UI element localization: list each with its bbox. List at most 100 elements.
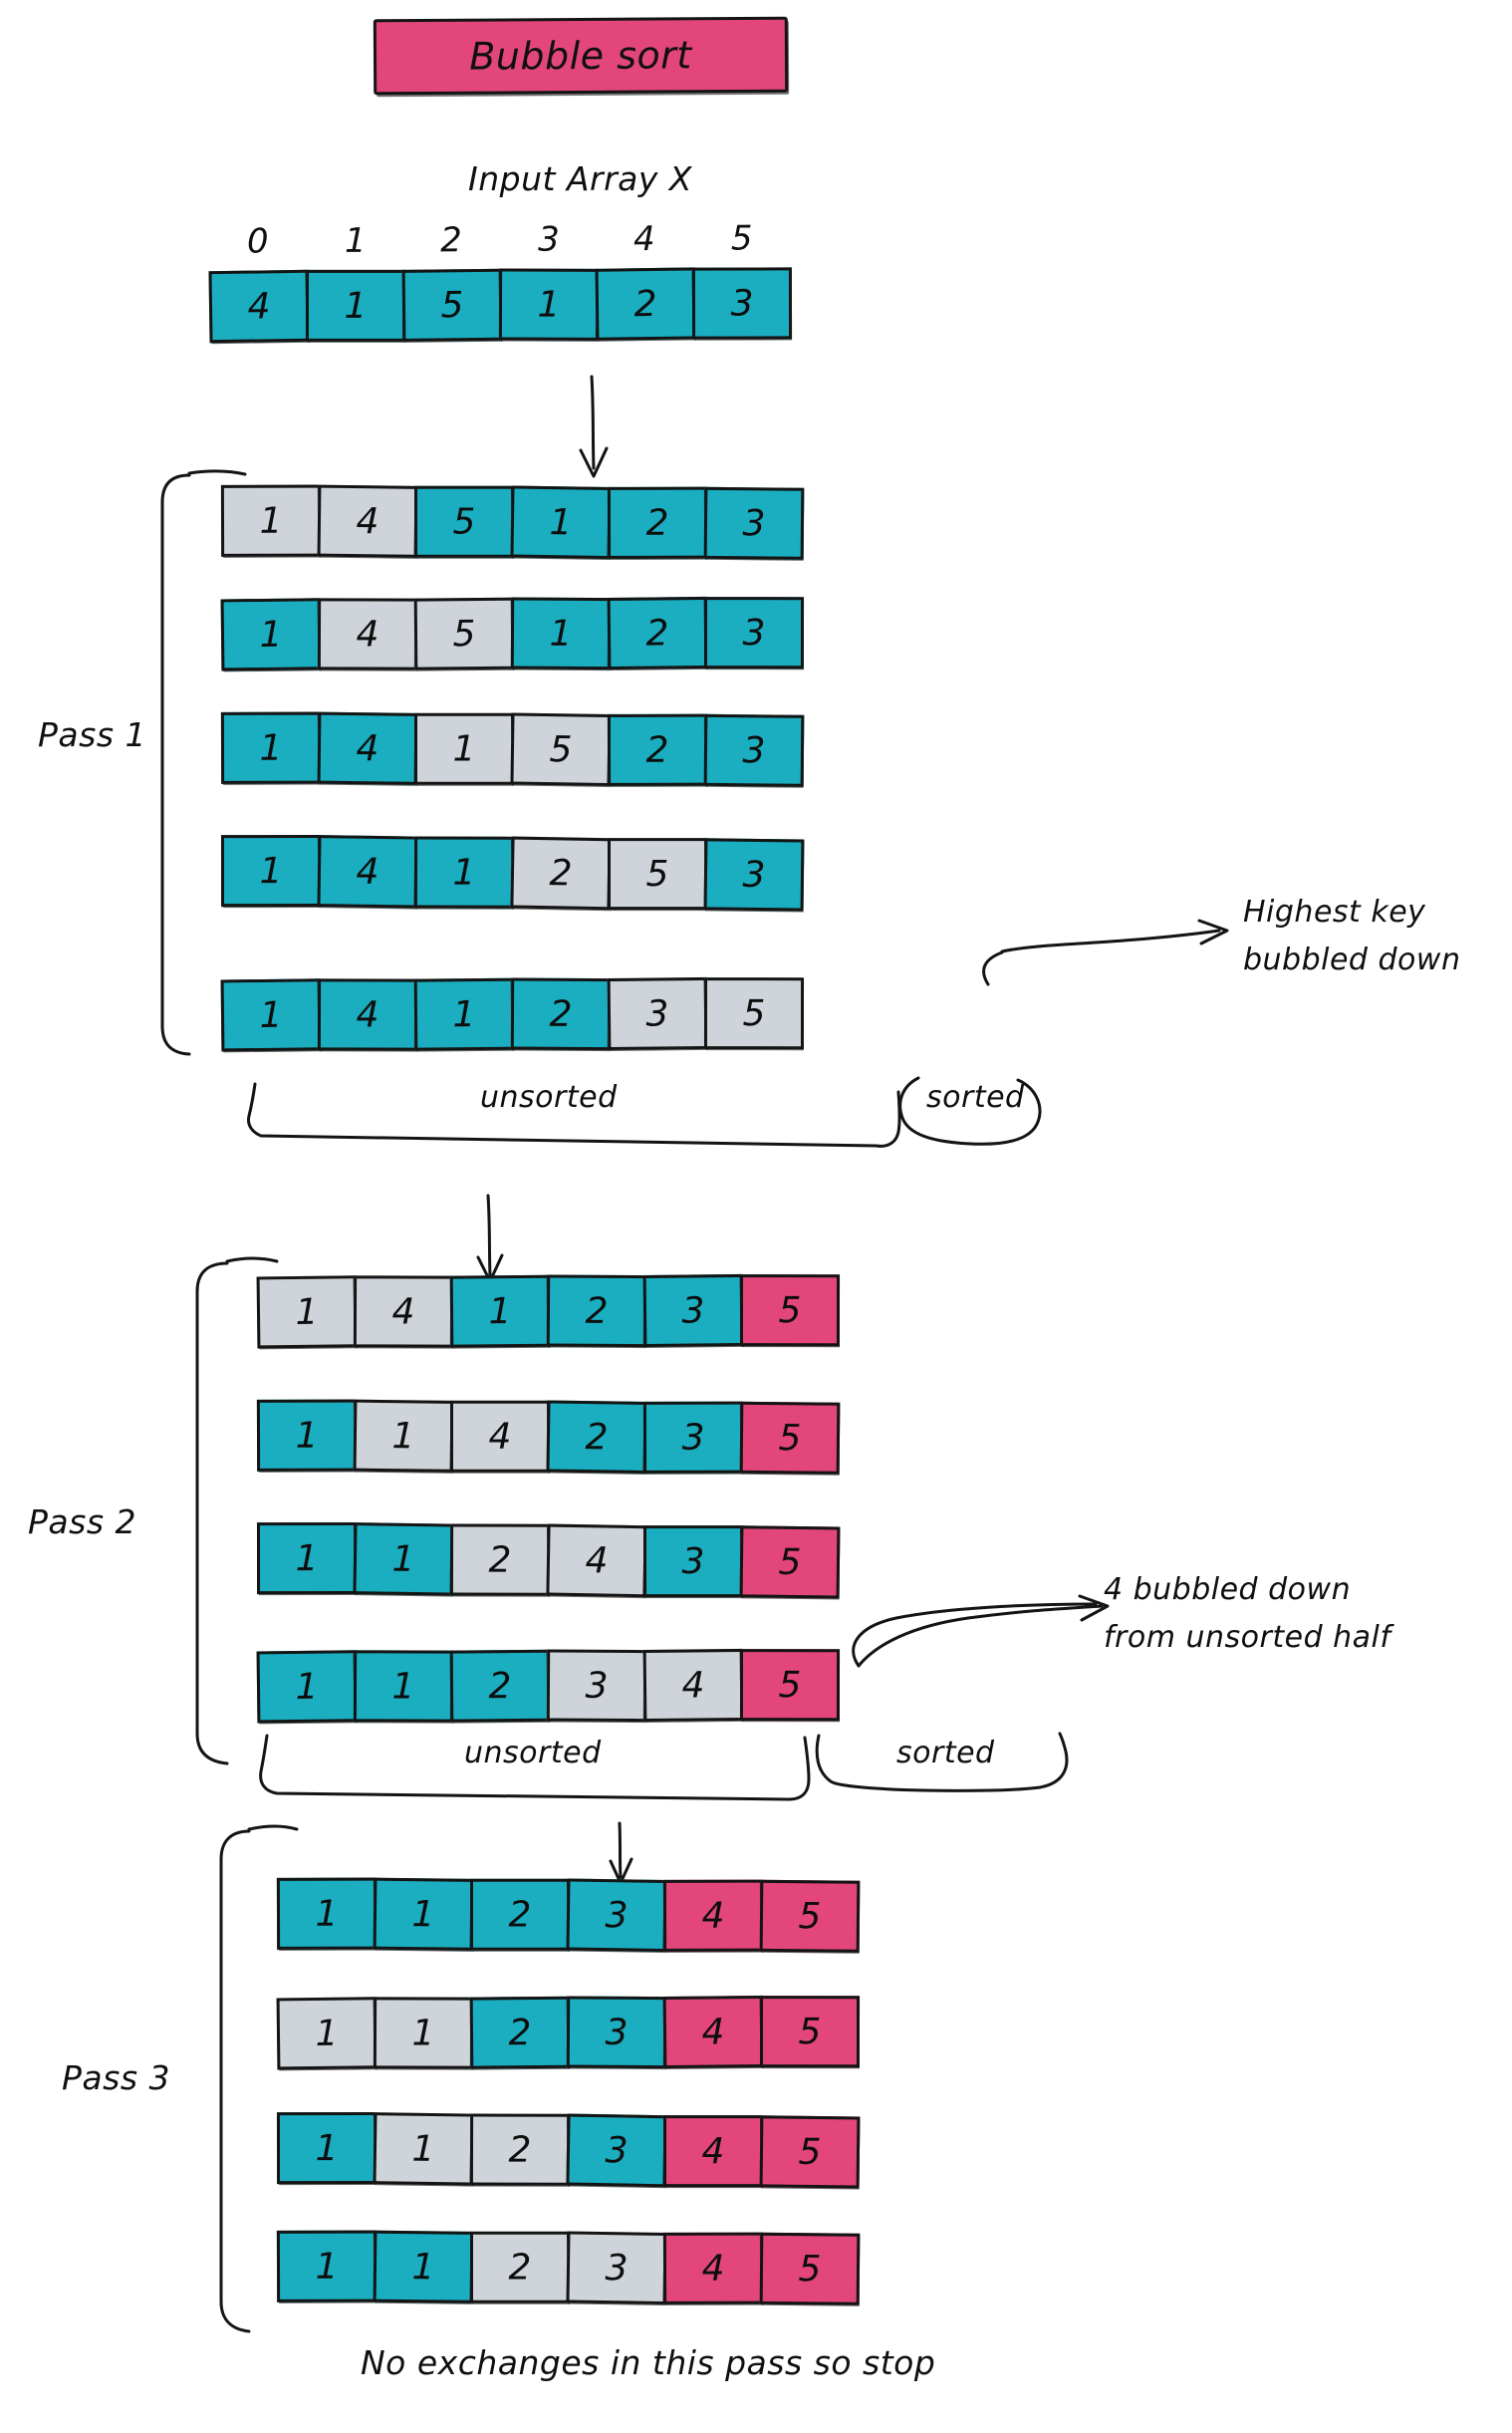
pass3-row4-cell: 3 [566, 2231, 667, 2304]
pass1-row3-cell: 2 [607, 713, 708, 786]
pass3-row3-cell: 3 [566, 2113, 667, 2188]
cell-value: 5 [778, 1417, 802, 1459]
pass1-unsorted-label: unsorted [480, 1080, 618, 1115]
cell-value: 4 [681, 1664, 705, 1707]
cell-value: 2 [645, 612, 669, 655]
cell-value: 5 [778, 1664, 802, 1706]
cell-value: 1 [259, 614, 283, 656]
pass2-row-1: 1 4 1 2 3 5 [256, 1273, 841, 1349]
pass1-row1-cell: 3 [703, 486, 805, 560]
cell-value: 4 [247, 285, 271, 328]
pass1-row3-cell: 1 [220, 711, 322, 784]
cell-value: 4 [701, 2011, 725, 2053]
pass3-row-4: 1 1 2 3 4 5 [276, 2230, 861, 2305]
input-array-caption: Input Array X [468, 159, 692, 198]
cell-value: 4 [356, 993, 379, 1036]
pass2-row2-cell: 5 [739, 1401, 841, 1475]
pass1-annotation-line1: Highest key [1243, 895, 1426, 930]
footer-note: No exchanges in this pass so stop [361, 2343, 936, 2382]
cell-value: 1 [488, 1290, 512, 1332]
cell-value: 2 [488, 1539, 512, 1581]
pass1-row-2: 1 4 5 1 2 3 [220, 596, 805, 672]
pass2-row1-cell: 1 [449, 1274, 551, 1348]
cell-value: 1 [295, 1291, 319, 1333]
pass3-bracket [219, 1829, 251, 2333]
pass1-bracket [160, 473, 191, 1056]
cell-value: 4 [391, 1290, 415, 1333]
pass1-row1-cell: 1 [510, 485, 612, 559]
arrow-pass2-to-pass3 [618, 1821, 623, 1879]
cell-value: 1 [259, 994, 283, 1036]
cell-value: 2 [549, 852, 573, 895]
pass1-row1-cell: 1 [220, 484, 322, 557]
pass2-unsorted-label: unsorted [464, 1736, 602, 1770]
cell-value: 4 [356, 500, 379, 542]
cell-value: 5 [452, 501, 476, 543]
cell-value: 3 [645, 992, 669, 1035]
cell-value: 1 [549, 501, 573, 543]
pass2-row2-cell: 3 [642, 1401, 744, 1474]
pass3-row3-cell: 5 [759, 2115, 861, 2189]
cell-value: 5 [778, 1289, 802, 1331]
pass2-row-3: 1 1 2 4 3 5 [256, 1522, 841, 1599]
pass3-row4-cell: 1 [373, 2230, 474, 2303]
pass1-row5-cell: 5 [703, 977, 805, 1050]
cell-value: 1 [295, 1537, 319, 1579]
cell-value: 3 [605, 2129, 629, 2172]
pass1-row2-cell: 4 [317, 598, 418, 671]
input-array-cell: 42 [595, 219, 696, 341]
cell-value: 2 [549, 993, 573, 1035]
cell-value: 5 [798, 2248, 822, 2290]
cell-value: 2 [645, 502, 669, 544]
cell-value: 1 [537, 284, 561, 326]
pass1-annotation-line2: bubbled down [1243, 943, 1461, 977]
cell-value: 3 [681, 1540, 705, 1582]
pass3-row4-cell: 2 [470, 2231, 571, 2303]
pass2-row2-cell: 4 [450, 1400, 551, 1473]
pass1-row3-cell: 5 [510, 712, 612, 786]
pass1-row2-cell: 1 [220, 598, 322, 672]
cell-value: 1 [259, 727, 283, 769]
input-array-cell: 25 [401, 220, 503, 342]
pass1-row3-cell: 1 [414, 712, 515, 785]
pass3-row2-cell: 1 [373, 1997, 474, 2069]
cell-value: 5 [742, 992, 766, 1034]
cell-value: 1 [259, 850, 283, 892]
pass2-row4-cell: 4 [642, 1648, 744, 1723]
pass2-row3-cell: 1 [353, 1522, 454, 1596]
pass1-row4-cell: 1 [220, 835, 322, 908]
cell-value: 1 [391, 1538, 415, 1580]
pass3-row-1: 1 1 2 3 4 5 [276, 1877, 861, 1953]
cell-value: 5 [452, 613, 476, 655]
pass1-row-4: 1 4 1 2 5 3 [220, 835, 805, 912]
cell-value: 3 [742, 854, 766, 896]
cell-value: 1 [295, 1666, 319, 1708]
pass1-row2-cell: 2 [607, 596, 708, 671]
pass2-row2-cell: 1 [353, 1399, 454, 1473]
pass1-row1-cell: 2 [607, 486, 708, 559]
input-array-cell: 31 [498, 220, 600, 341]
cell-value: 5 [778, 1541, 802, 1583]
cell-value: 3 [605, 1894, 629, 1936]
cell-value: 2 [585, 1290, 609, 1332]
pass2-row2-cell: 1 [256, 1399, 358, 1472]
cell-value: 2 [508, 1894, 532, 1936]
pass2-row4-cell: 1 [256, 1650, 358, 1724]
input-array-cell: 04 [208, 221, 310, 344]
pass2-row4-cell: 2 [449, 1649, 551, 1723]
pass1-row-5: 1 4 1 2 3 5 [220, 976, 805, 1052]
cell-value: 1 [411, 2128, 435, 2170]
cell-value: 1 [295, 1415, 319, 1457]
arrow-input-to-pass1 [590, 375, 596, 470]
cell-value: 3 [585, 1665, 609, 1707]
pass3-row4-cell: 4 [662, 2232, 764, 2304]
pass3-row4-cell: 5 [759, 2232, 861, 2305]
title-box: Bubble sort [373, 16, 789, 96]
cell-value: 3 [742, 612, 766, 654]
pass2-row1-cell: 5 [739, 1274, 841, 1347]
hand-drawn-decorations [160, 375, 1229, 2333]
cell-value: 1 [411, 2246, 435, 2288]
pass1-row5-cell: 1 [220, 978, 322, 1052]
pass1-row2-cell: 5 [413, 597, 515, 671]
pass3-row2-cell: 4 [662, 1995, 764, 2069]
